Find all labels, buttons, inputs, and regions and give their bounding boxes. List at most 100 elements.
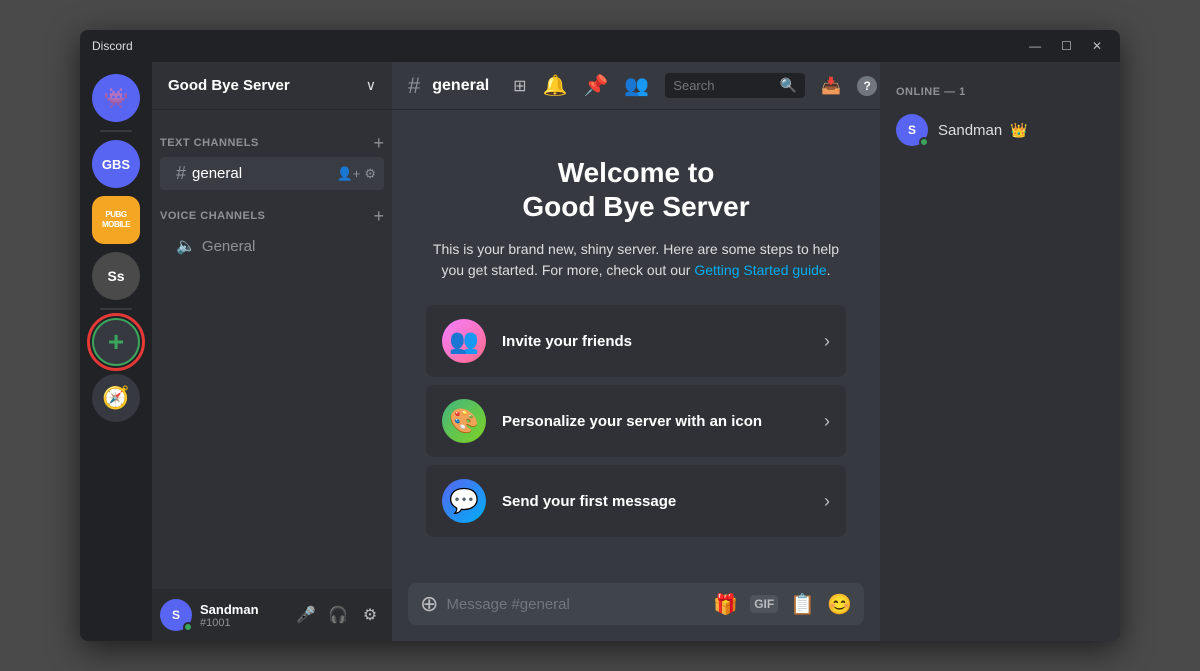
speaker-icon: 🔈 bbox=[176, 236, 196, 256]
search-bar-wrapper[interactable]: Search 🔍 bbox=[665, 73, 805, 98]
user-info: Sandman #1001 bbox=[200, 602, 284, 629]
gif-button[interactable]: GIF bbox=[750, 595, 778, 613]
personalize-emoji: 🎨 bbox=[449, 407, 479, 436]
sticker-icon[interactable]: 📋 bbox=[790, 592, 815, 617]
online-members-header: ONLINE — 1 bbox=[888, 78, 1112, 102]
channel-settings-icon[interactable]: ⚙ bbox=[364, 166, 376, 182]
headset-button[interactable]: 🎧 bbox=[324, 601, 352, 629]
invite-friends-card[interactable]: 👥 Invite your friends › bbox=[426, 305, 846, 377]
members-sidebar: ONLINE — 1 S Sandman 👑 bbox=[880, 62, 1120, 641]
send-message-chevron: › bbox=[824, 491, 830, 512]
add-voice-channel-button[interactable]: + bbox=[373, 207, 384, 225]
headset-icon: 🎧 bbox=[328, 605, 348, 625]
close-button[interactable]: ✕ bbox=[1086, 39, 1108, 53]
online-status-dot bbox=[183, 622, 193, 632]
chat-header-icons: ⊞ 🔔 📌 👥 Search 🔍 📥 ? bbox=[513, 73, 877, 98]
search-placeholder-text: Search bbox=[673, 78, 774, 93]
voice-channel-name-general: General bbox=[202, 238, 376, 255]
welcome-line1: Welcome to bbox=[558, 157, 715, 188]
help-icon[interactable]: ? bbox=[857, 76, 877, 96]
send-message-icon: 💬 bbox=[442, 479, 486, 523]
chat-header: # general ⊞ 🔔 📌 👥 Search 🔍 📥 ? bbox=[392, 62, 880, 110]
discord-logo: 👾 bbox=[104, 86, 129, 111]
server-header-chevron-icon: ∨ bbox=[366, 77, 376, 94]
server-sidebar: 👾 GBS PUBGMOBILE Ss + 🧭 bbox=[80, 62, 152, 641]
title-bar-title: Discord bbox=[92, 39, 1023, 53]
channel-name-general: general bbox=[192, 165, 331, 182]
threads-icon[interactable]: ⊞ bbox=[513, 76, 526, 96]
personalize-server-label: Personalize your server with an icon bbox=[502, 413, 808, 430]
user-controls: 🎤 🎧 ⚙ bbox=[292, 601, 384, 629]
app-window: Discord — ☐ ✕ 👾 GBS PUBGMOBILE Ss + bbox=[80, 30, 1120, 641]
chat-content: Welcome to Good Bye Server This is your … bbox=[392, 110, 880, 583]
channel-list: TEXT CHANNELS + # general 👤+ ⚙ VOICE CHA… bbox=[152, 110, 392, 589]
maximize-button[interactable]: ☐ bbox=[1055, 39, 1078, 53]
sandman-avatar: S bbox=[896, 114, 928, 146]
channel-sidebar: Good Bye Server ∨ TEXT CHANNELS + # gene… bbox=[152, 62, 392, 641]
server-icon-home[interactable]: 👾 bbox=[92, 74, 140, 122]
voice-channel-general[interactable]: 🔈 General bbox=[160, 230, 384, 262]
personalize-server-card[interactable]: 🎨 Personalize your server with an icon › bbox=[426, 385, 846, 457]
getting-started-link[interactable]: Getting Started guide bbox=[694, 262, 826, 278]
mic-button[interactable]: 🎤 bbox=[292, 601, 320, 629]
send-first-message-label: Send your first message bbox=[502, 493, 808, 510]
welcome-title: Welcome to Good Bye Server bbox=[426, 156, 846, 223]
user-avatar[interactable]: S bbox=[160, 599, 192, 631]
title-bar: Discord — ☐ ✕ bbox=[80, 30, 1120, 62]
crown-icon: 👑 bbox=[1010, 122, 1027, 138]
discovery-icon: 🧭 bbox=[102, 385, 129, 411]
main-layout: 👾 GBS PUBGMOBILE Ss + 🧭 Good Bye Se bbox=[80, 62, 1120, 641]
server-icon-discovery[interactable]: 🧭 bbox=[92, 374, 140, 422]
server-header[interactable]: Good Bye Server ∨ bbox=[152, 62, 392, 110]
gbs-label: GBS bbox=[102, 157, 130, 172]
gift-icon[interactable]: 🎁 bbox=[713, 592, 738, 617]
message-input-area: ⊕ 🎁 GIF 📋 😊 bbox=[392, 583, 880, 641]
username-display: Sandman bbox=[200, 602, 284, 617]
send-first-message-card[interactable]: 💬 Send your first message › bbox=[426, 465, 846, 537]
mic-icon: 🎤 bbox=[296, 605, 316, 625]
pubg-label: PUBGMOBILE bbox=[102, 210, 130, 229]
members-icon[interactable]: 👥 bbox=[624, 73, 649, 98]
text-channels-category: TEXT CHANNELS + bbox=[152, 118, 392, 156]
server-name: Good Bye Server bbox=[168, 77, 290, 94]
notifications-icon[interactable]: 🔔 bbox=[543, 73, 568, 98]
invite-member-icon[interactable]: 👤+ bbox=[337, 166, 361, 182]
settings-button[interactable]: ⚙ bbox=[356, 601, 384, 629]
welcome-description: This is your brand new, shiny server. He… bbox=[426, 239, 846, 281]
add-server-button[interactable]: + bbox=[92, 318, 140, 366]
server-icon-gbs[interactable]: GBS bbox=[92, 140, 140, 188]
channel-hash-icon: # bbox=[176, 163, 186, 184]
server-icon-pubg[interactable]: PUBGMOBILE bbox=[92, 196, 140, 244]
channel-item-general[interactable]: # general 👤+ ⚙ bbox=[160, 157, 384, 190]
message-input-wrapper: ⊕ 🎁 GIF 📋 😊 bbox=[408, 583, 864, 625]
invite-friends-icon: 👥 bbox=[442, 319, 486, 363]
welcome-card: Welcome to Good Bye Server This is your … bbox=[426, 156, 846, 537]
user-avatar-initials: S bbox=[172, 608, 180, 622]
message-attach-button[interactable]: ⊕ bbox=[420, 583, 438, 625]
add-icon: + bbox=[108, 326, 124, 358]
minimize-button[interactable]: — bbox=[1023, 39, 1047, 53]
send-message-emoji: 💬 bbox=[449, 487, 479, 516]
welcome-line2: Good Bye Server bbox=[522, 191, 749, 222]
settings-icon: ⚙ bbox=[363, 605, 377, 625]
channel-action-icons: 👤+ ⚙ bbox=[337, 166, 376, 182]
sandman-name: Sandman 👑 bbox=[938, 122, 1028, 139]
ss-label: Ss bbox=[107, 268, 124, 284]
pin-icon[interactable]: 📌 bbox=[583, 73, 608, 98]
server-icon-ss[interactable]: Ss bbox=[92, 252, 140, 300]
chat-hash-icon: # bbox=[408, 73, 420, 99]
sandman-avatar-initials: S bbox=[908, 123, 916, 137]
inbox-icon[interactable]: 📥 bbox=[821, 76, 841, 96]
personalize-chevron: › bbox=[824, 411, 830, 432]
message-right-icons: 🎁 GIF 📋 😊 bbox=[713, 592, 852, 617]
member-item-sandman[interactable]: S Sandman 👑 bbox=[888, 106, 1112, 154]
emoji-icon[interactable]: 😊 bbox=[827, 592, 852, 617]
search-icon: 🔍 bbox=[780, 77, 797, 94]
voice-channels-label: VOICE CHANNELS bbox=[160, 210, 265, 222]
text-channels-label: TEXT CHANNELS bbox=[160, 137, 259, 149]
personalize-server-icon: 🎨 bbox=[442, 399, 486, 443]
add-text-channel-button[interactable]: + bbox=[373, 134, 384, 152]
server-divider-2 bbox=[100, 308, 132, 310]
title-bar-controls: — ☐ ✕ bbox=[1023, 39, 1108, 53]
message-input[interactable] bbox=[446, 585, 705, 624]
